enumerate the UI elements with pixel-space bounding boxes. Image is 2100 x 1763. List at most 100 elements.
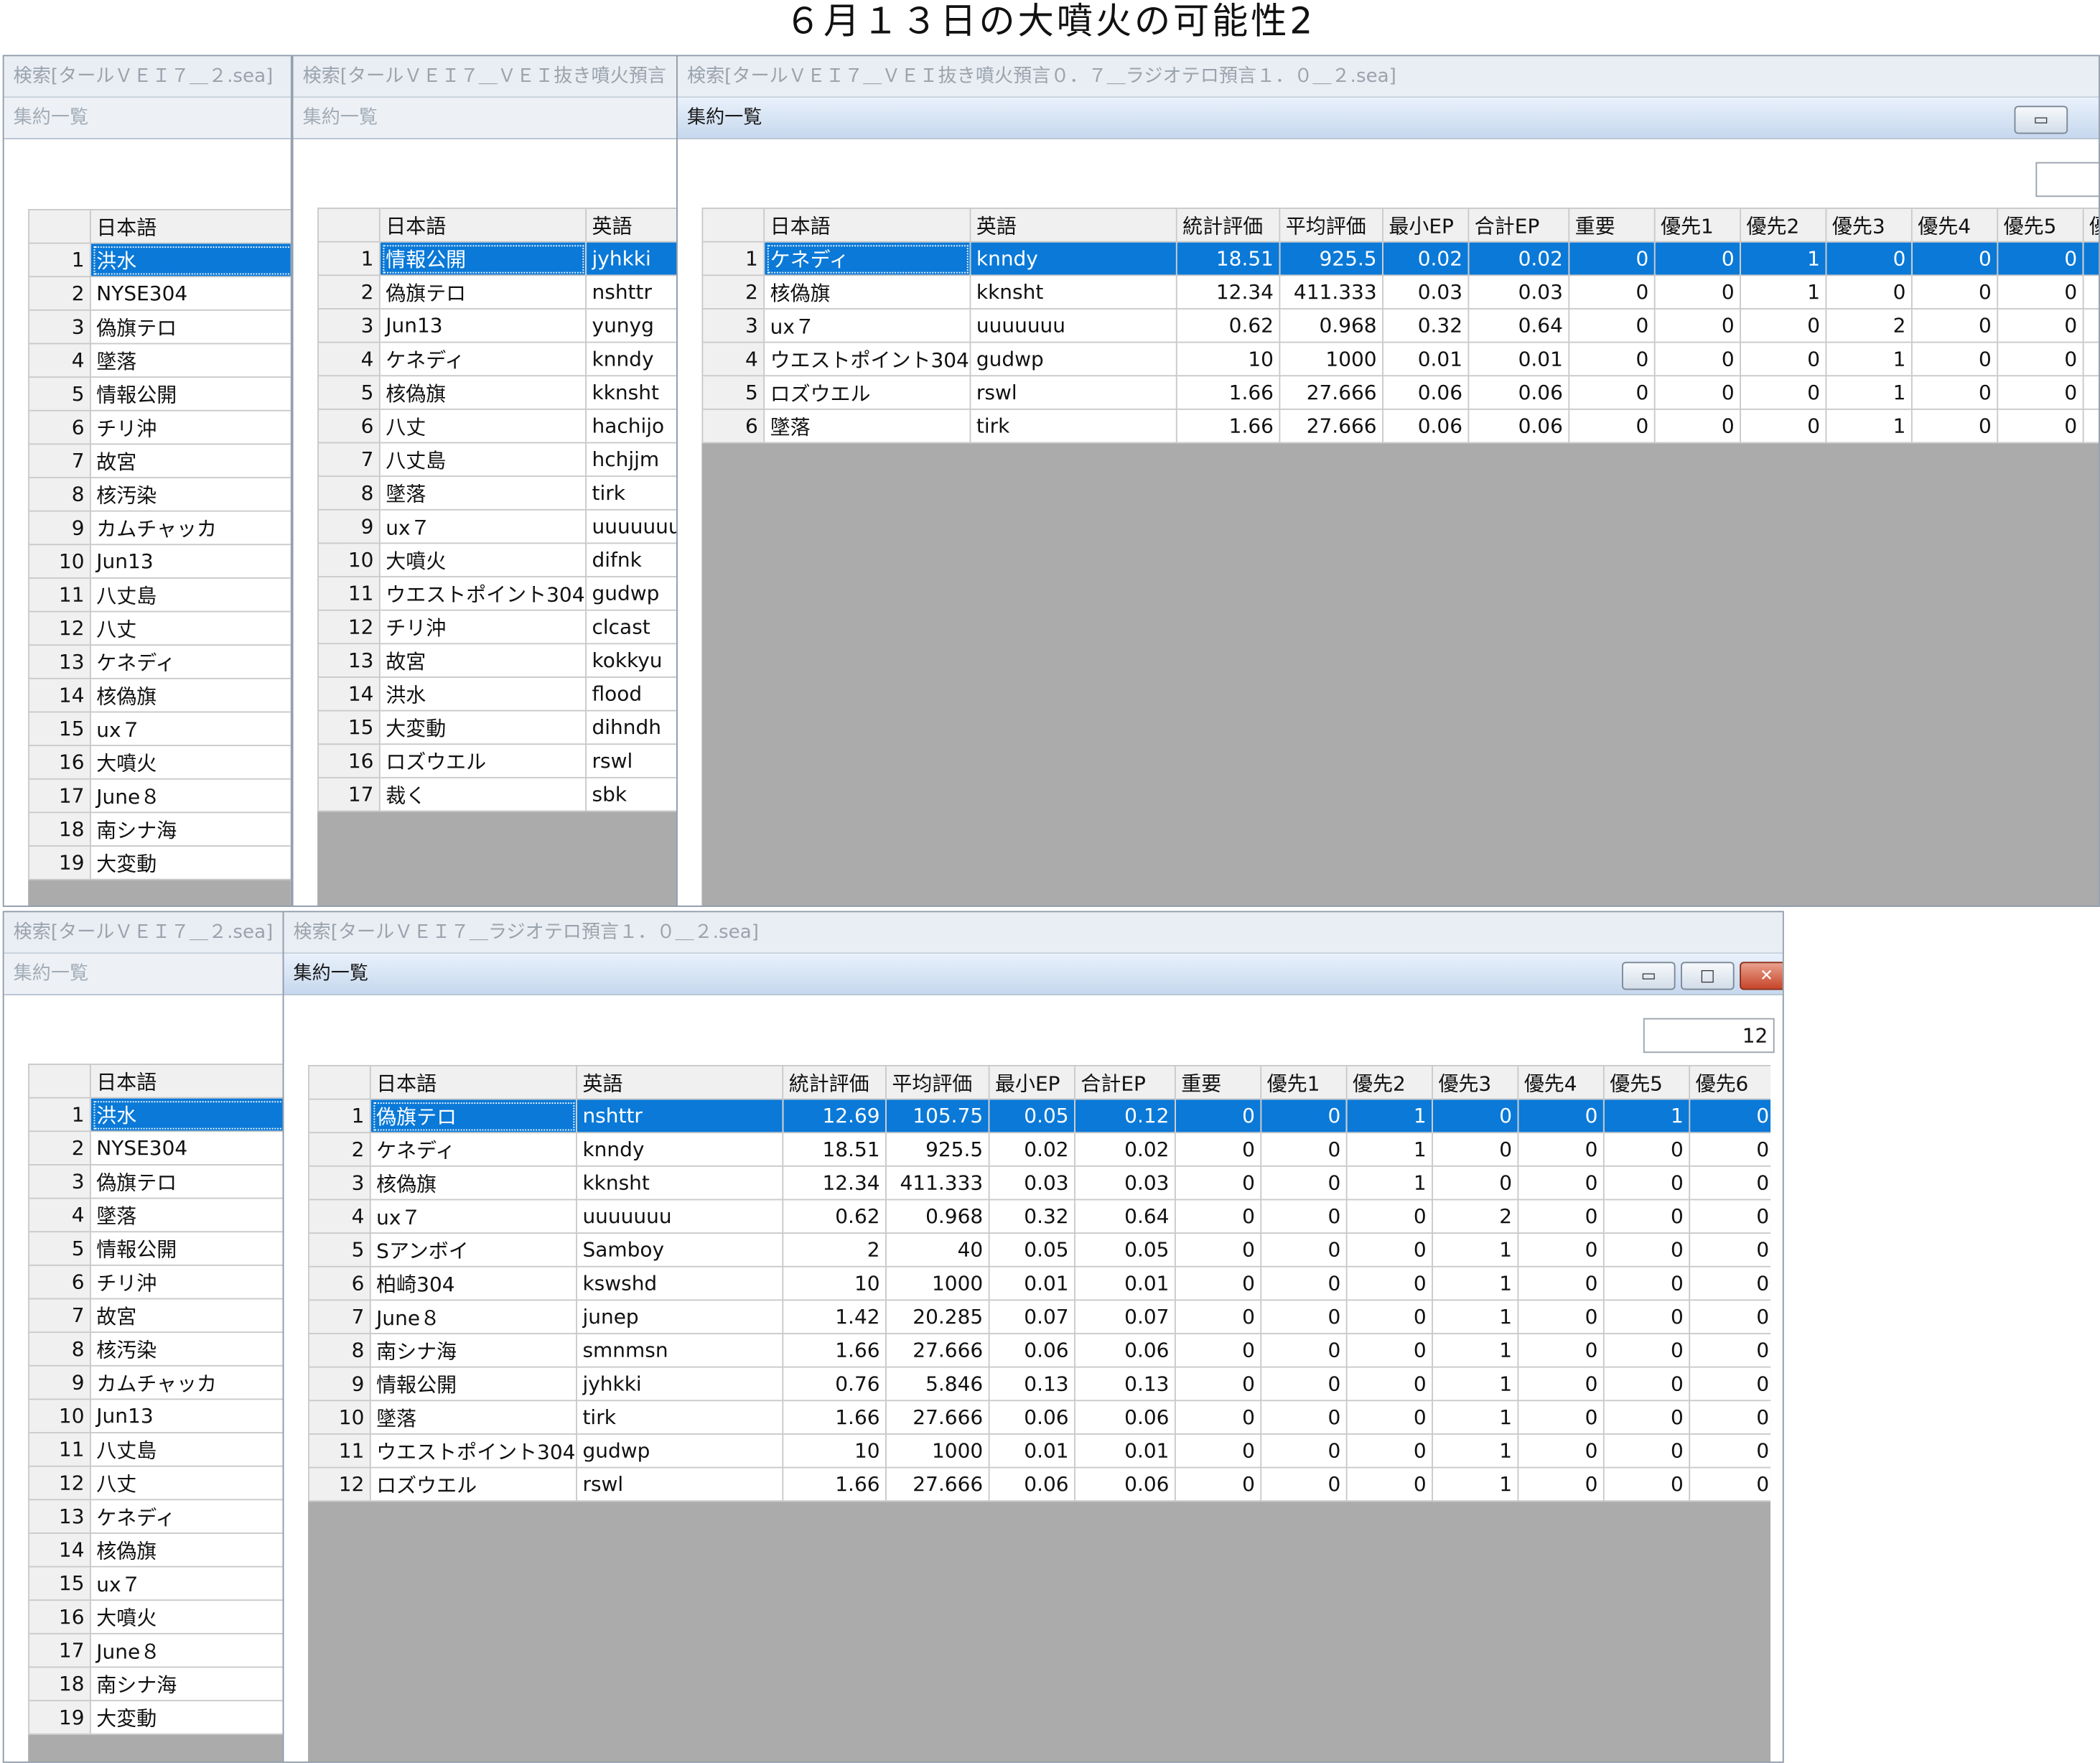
table-cell[interactable]: kknsht [585, 375, 677, 410]
table-row[interactable]: 7 June８ junep 1.42 20.285 0.07 0.07 0 0 0 1 0 0 0 [308, 1299, 1771, 1334]
table-cell[interactable]: 10 [782, 1433, 887, 1469]
table-cell[interactable]: 0 [1517, 1366, 1605, 1402]
row-number-cell[interactable]: 14 [28, 677, 91, 713]
summary-list-title[interactable]: 集約一覧 [293, 98, 677, 139]
table-row[interactable]: 13 故宮 kokkyu [317, 643, 677, 678]
row-number-header[interactable] [28, 209, 91, 244]
table-cell[interactable]: NYSE304 [89, 276, 291, 311]
table-row[interactable]: 3 偽旗テロ [28, 1164, 283, 1199]
window-title[interactable]: 検索[タールＶＥＩ７＿２.sea] [4, 912, 283, 954]
table-row[interactable]: 2 核偽旗 kknsht 12.34 411.333 0.03 0.03 0 0 1 0 0 0 [701, 274, 2099, 310]
table-cell[interactable]: 0 [1345, 1265, 1433, 1301]
table-cell[interactable]: 大変動 [89, 845, 291, 880]
row-number-cell[interactable]: 16 [28, 1599, 91, 1634]
table-cell[interactable]: 27.666 [885, 1466, 990, 1502]
table-cell[interactable]: 八丈 [89, 610, 291, 646]
table-cell[interactable]: 0 [1517, 1466, 1605, 1502]
row-number-cell[interactable]: 11 [308, 1433, 371, 1469]
table-cell[interactable]: 墜落 [763, 408, 971, 444]
row-number-cell[interactable]: 1 [28, 1097, 91, 1132]
table-cell[interactable]: 1 [1432, 1232, 1519, 1267]
table-cell[interactable]: Samboy [576, 1232, 784, 1267]
table-cell[interactable]: 0.03 [1467, 274, 1570, 310]
column-header[interactable]: 英語 [576, 1064, 784, 1100]
table-cell[interactable]: uuuuuuu [585, 508, 677, 544]
table-cell[interactable]: 12.34 [782, 1165, 887, 1201]
header-row[interactable]: 日本語 英語 統計評価 平均評価 最小EP 合計EP 重要 優先1 優先2 優先3 優先4 優先5 優先… [308, 1064, 1771, 1100]
row-number-header[interactable] [317, 208, 381, 243]
table-cell[interactable]: 0.06 [1074, 1333, 1176, 1368]
table-cell[interactable]: 核偽旗 [763, 274, 971, 310]
table-cell[interactable]: 0 [1174, 1165, 1262, 1201]
table-cell[interactable]: 1000 [885, 1265, 990, 1301]
table-cell[interactable]: 偽旗テロ [378, 274, 587, 310]
table-row[interactable]: 11 ウエストポイント304 gudwp 10 1000 0.01 0.01 0 0 0 1 0 0 0 [308, 1433, 1771, 1469]
table-cell[interactable]: 0 [1260, 1299, 1348, 1334]
table-cell[interactable]: 墜落 [89, 343, 291, 378]
table-cell[interactable]: チリ沖 [89, 409, 291, 445]
table-cell[interactable]: 0 [1602, 1466, 1691, 1502]
table-cell[interactable]: 0.05 [1074, 1232, 1176, 1267]
table-cell[interactable]: 故宮 [378, 643, 587, 678]
table-cell[interactable]: 0 [1260, 1199, 1348, 1234]
table-cell[interactable]: 411.333 [885, 1165, 990, 1201]
row-number-cell[interactable]: 6 [28, 1264, 91, 1300]
table-row[interactable]: 1 ケネディ knndy 18.51 925.5 0.02 0.02 0 0 1 0 0 0 [701, 241, 2099, 276]
table-cell[interactable]: 1000 [885, 1433, 990, 1469]
table-cell[interactable]: 0.01 [988, 1433, 1075, 1469]
table-cell[interactable]: 1 [1432, 1299, 1519, 1334]
table-cell[interactable]: 0 [1997, 241, 2084, 276]
column-header[interactable]: 合計EP [1074, 1064, 1176, 1100]
table-cell[interactable]: 0.03 [988, 1165, 1075, 1201]
table-cell[interactable]: カムチャッカ [89, 510, 291, 546]
table-cell[interactable]: 0 [1345, 1466, 1433, 1502]
table-cell[interactable]: ux７ [89, 1566, 283, 1601]
row-number-cell[interactable]: 5 [28, 376, 91, 411]
table-cell[interactable]: 0 [1910, 274, 1999, 310]
table-row[interactable]: 15 大変動 dihndh [317, 710, 677, 745]
table-cell[interactable]: 10 [782, 1265, 887, 1301]
table-cell[interactable]: 裁く [378, 776, 587, 812]
search-window-5[interactable]: 検索[タールＶＥＩ７＿ラジオテロ預言１．０＿２.sea] 集約一覧 ▭ □ ✕ … [282, 911, 1784, 1763]
table-cell[interactable]: 18.51 [782, 1132, 887, 1167]
table-cell[interactable]: Jun13 [89, 1398, 283, 1433]
row-number-cell[interactable]: 8 [308, 1333, 371, 1368]
table-cell[interactable]: 核偽旗 [89, 1532, 283, 1568]
table-cell[interactable]: 0.07 [1074, 1299, 1176, 1334]
row-number-cell[interactable]: 4 [308, 1199, 371, 1234]
row-number-cell[interactable]: 2 [28, 276, 91, 311]
column-header[interactable]: 日本語 [89, 1064, 283, 1099]
table-cell[interactable]: 0 [1602, 1433, 1691, 1469]
window-title[interactable]: 検索[タールＶＥＩ７＿ラジオテロ預言１．０＿２.sea] [284, 912, 1783, 954]
row-number-cell[interactable]: 1 [701, 241, 765, 276]
table-cell[interactable]: hachijo [585, 408, 677, 444]
table-cell[interactable]: June８ [89, 778, 291, 814]
table-row[interactable]: 6 八丈 hachijo [317, 408, 677, 444]
column-header[interactable]: 優 [2082, 208, 2099, 243]
result-count-field[interactable] [2035, 162, 2099, 197]
table-row[interactable]: 9 カムチャッカ [28, 510, 291, 546]
column-header[interactable]: 統計評価 [782, 1064, 887, 1100]
row-number-cell[interactable]: 7 [308, 1299, 371, 1334]
header-row[interactable]: 日本語英語統計評価平均評価最小EP合計EP重要優先1優先2優先3優先4優先5優 [701, 208, 2099, 243]
table-cell[interactable]: 0 [1910, 241, 1999, 276]
row-number-cell[interactable]: 2 [701, 274, 765, 310]
table-cell[interactable]: 八丈 [89, 1465, 283, 1501]
table-cell[interactable]: 0 [1174, 1433, 1262, 1469]
table-cell[interactable]: 墜落 [89, 1197, 283, 1233]
table-cell[interactable]: 偽旗テロ [89, 309, 291, 345]
summary-table[interactable]: 日本語 1 洪水 2 NYSE304 3 偽旗テロ 4 墜落 5 情報公開 6 チリ沖 7 故宮 8 核汚染 9 カ… [28, 1064, 283, 1735]
table-cell[interactable]: 0 [1602, 1232, 1691, 1267]
table-cell[interactable]: 0 [1653, 308, 1742, 343]
table-cell[interactable]: 0 [1689, 1098, 1771, 1134]
row-number-cell[interactable]: 4 [701, 341, 765, 377]
row-number-cell[interactable]: 7 [28, 443, 91, 478]
table-cell[interactable]: 0.03 [1382, 274, 1470, 310]
table-row[interactable]: 1 洪水 [28, 1097, 283, 1132]
column-header[interactable]: 優先6 [1689, 1064, 1771, 1100]
table-cell[interactable]: 0 [1517, 1199, 1605, 1234]
table-cell[interactable]: 核偽旗 [369, 1165, 577, 1201]
table-cell[interactable]: 1.66 [782, 1466, 887, 1502]
row-number-cell[interactable]: 4 [28, 343, 91, 378]
column-header[interactable]: 優先1 [1260, 1064, 1348, 1100]
